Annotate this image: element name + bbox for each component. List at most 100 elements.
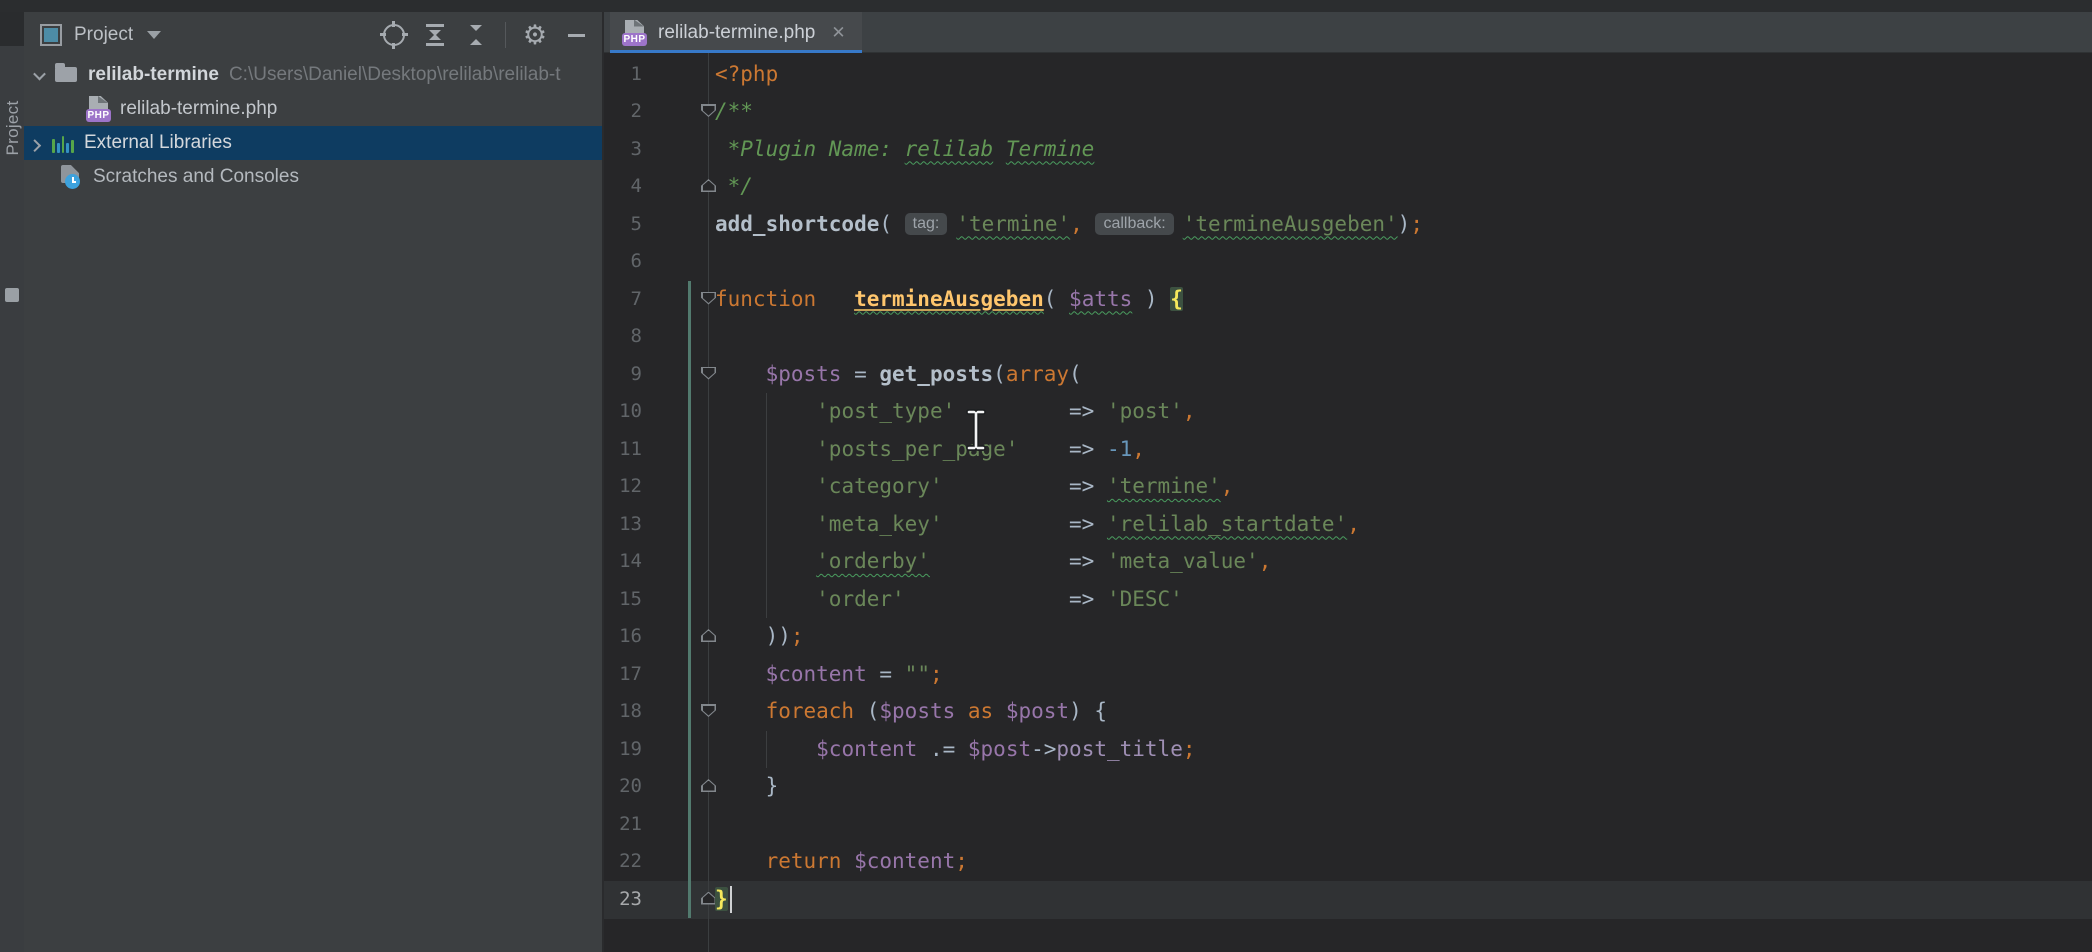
project-panel-header: Project ⚙: [24, 12, 602, 58]
line-number-21[interactable]: 21: [604, 806, 642, 844]
code-line-22[interactable]: return $content;: [715, 843, 2092, 881]
hide-panel-button[interactable]: [564, 23, 588, 47]
line-number-1[interactable]: 1: [604, 56, 642, 94]
line-number-14[interactable]: 14: [604, 543, 642, 581]
code-line-16[interactable]: ));: [715, 618, 2092, 656]
code-token: 'meta_value': [1107, 549, 1259, 573]
fold-marker-line-20[interactable]: [701, 779, 716, 792]
chevron-right-icon[interactable]: [26, 134, 44, 152]
code-line-14[interactable]: 'orderby' => 'meta_value',: [715, 543, 2092, 581]
code-line-6[interactable]: [715, 243, 2092, 281]
project-stripe-button[interactable]: Project: [3, 53, 23, 203]
line-number-12[interactable]: 12: [604, 468, 642, 506]
line-number-16[interactable]: 16: [604, 618, 642, 656]
line-number-9[interactable]: 9: [604, 356, 642, 394]
code-line-20[interactable]: }: [715, 768, 2092, 806]
line-number-3[interactable]: 3: [604, 131, 642, 169]
tree-item-relilab-termine[interactable]: relilab-termine C:\Users\Daniel\Desktop\…: [24, 58, 602, 92]
line-number-6[interactable]: 6: [604, 243, 642, 281]
code-line-1[interactable]: <?php: [715, 56, 2092, 94]
code-editor[interactable]: 1234567891011121314151617181920212223 <?…: [604, 53, 2092, 952]
code-token: ;: [1410, 212, 1423, 236]
stripe-drag-icon[interactable]: [5, 288, 19, 302]
code-token: [715, 512, 816, 536]
code-line-11[interactable]: 'posts_per_page' => -1,: [715, 431, 2092, 469]
text-caret: [730, 886, 732, 913]
chevron-down-icon[interactable]: [147, 31, 161, 39]
chevron-down-icon[interactable]: [30, 66, 48, 84]
code-token: (: [1044, 287, 1069, 311]
code-line-5[interactable]: add_shortcode( tag:'termine', callback:'…: [715, 206, 2092, 244]
line-number-2[interactable]: 2: [604, 93, 642, 131]
fold-marker-line-9[interactable]: [701, 367, 716, 380]
code-line-8[interactable]: [715, 318, 2092, 356]
code-line-19[interactable]: $content .= $post->post_title;: [715, 731, 2092, 769]
code-token: [1083, 212, 1096, 236]
code-line-4[interactable]: */: [715, 168, 2092, 206]
fold-marker-line-4[interactable]: [701, 179, 716, 192]
line-number-gutter[interactable]: 1234567891011121314151617181920212223: [604, 56, 642, 919]
code-line-23[interactable]: }: [715, 881, 2092, 919]
code-token: $content: [854, 849, 955, 873]
code-line-18[interactable]: foreach ($posts as $post) {: [715, 693, 2092, 731]
code-token: ;: [791, 624, 804, 648]
code-text[interactable]: <?php/** *Plugin Name: relilab Termine *…: [715, 56, 2092, 919]
code-token: $post: [968, 737, 1031, 761]
fold-marker-line-2[interactable]: [701, 104, 716, 117]
code-token: $atts: [1069, 287, 1132, 311]
line-number-20[interactable]: 20: [604, 768, 642, 806]
code-line-12[interactable]: 'category' => 'termine',: [715, 468, 2092, 506]
line-number-7[interactable]: 7: [604, 281, 642, 319]
line-number-4[interactable]: 4: [604, 168, 642, 206]
code-token: [841, 849, 854, 873]
line-number-15[interactable]: 15: [604, 581, 642, 619]
code-token: (: [854, 699, 879, 723]
collapse-all-icon: [466, 24, 486, 46]
code-token: }: [715, 774, 778, 798]
line-number-13[interactable]: 13: [604, 506, 642, 544]
line-number-10[interactable]: 10: [604, 393, 642, 431]
code-line-21[interactable]: [715, 806, 2092, 844]
code-line-9[interactable]: $posts = get_posts(array(: [715, 356, 2092, 394]
expand-all-button[interactable]: [423, 23, 447, 47]
libraries-icon: [50, 130, 76, 156]
tree-item-external-libraries[interactable]: External Libraries: [24, 126, 602, 160]
line-number-18[interactable]: 18: [604, 693, 642, 731]
collapse-all-button[interactable]: [464, 23, 488, 47]
php-file-icon: PHP: [86, 96, 112, 122]
tab-relilab-termine-php[interactable]: PHP relilab-termine.php ✕: [610, 12, 862, 53]
fold-marker-line-16[interactable]: [701, 629, 716, 642]
tree-item-relilab-termine-php[interactable]: PHP relilab-termine.php: [24, 92, 602, 126]
code-token: $content: [766, 662, 867, 686]
project-view-icon[interactable]: [40, 24, 62, 46]
code-line-10[interactable]: 'post_type' => 'post',: [715, 393, 2092, 431]
code-line-13[interactable]: 'meta_key' => 'relilab_startdate',: [715, 506, 2092, 544]
toolbar-separator: [505, 22, 506, 48]
line-number-5[interactable]: 5: [604, 206, 642, 244]
code-line-2[interactable]: /**: [715, 93, 2092, 131]
code-token: 'orderby': [816, 549, 930, 573]
code-line-3[interactable]: *Plugin Name: relilab Termine: [715, 131, 2092, 169]
code-line-7[interactable]: function termineAusgeben( $atts ) {: [715, 281, 2092, 319]
code-token: (: [879, 212, 904, 236]
panel-settings-button[interactable]: ⚙: [523, 23, 547, 47]
code-token: termineAusgeben: [854, 287, 1044, 311]
line-number-23[interactable]: 23: [604, 881, 642, 919]
fold-marker-line-7[interactable]: [701, 292, 716, 305]
close-icon[interactable]: ✕: [831, 23, 845, 43]
fold-marker-line-23[interactable]: [701, 892, 716, 905]
locate-file-button[interactable]: [382, 23, 406, 47]
code-token: [715, 699, 766, 723]
code-line-15[interactable]: 'order' => 'DESC': [715, 581, 2092, 619]
fold-marker-line-18[interactable]: [701, 704, 716, 717]
tree-item-scratches[interactable]: Scratches and Consoles: [24, 160, 602, 194]
line-number-17[interactable]: 17: [604, 656, 642, 694]
code-token: add_shortcode: [715, 212, 879, 236]
code-token: .=: [917, 737, 968, 761]
line-number-11[interactable]: 11: [604, 431, 642, 469]
code-line-17[interactable]: $content = "";: [715, 656, 2092, 694]
line-number-8[interactable]: 8: [604, 318, 642, 356]
line-number-22[interactable]: 22: [604, 843, 642, 881]
code-token: ;: [930, 662, 943, 686]
line-number-19[interactable]: 19: [604, 731, 642, 769]
